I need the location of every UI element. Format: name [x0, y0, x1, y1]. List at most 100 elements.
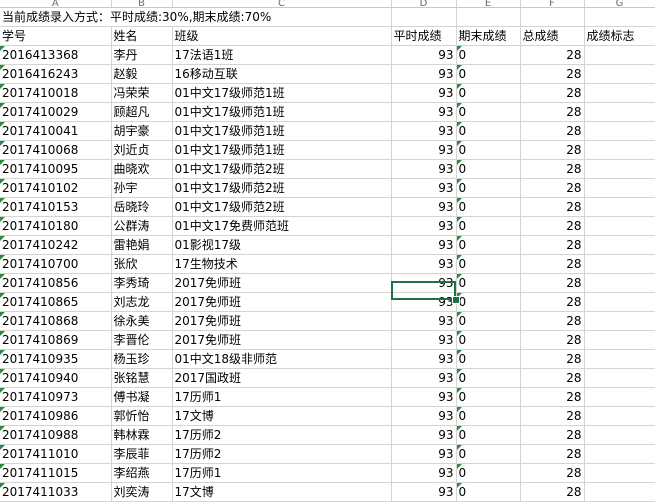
- cell-student-id[interactable]: 2017410180: [0, 216, 112, 236]
- cell-final-score[interactable]: 0: [456, 235, 521, 255]
- cell-score-flag[interactable]: [584, 235, 655, 255]
- cell-name[interactable]: 刘奕涛: [111, 482, 173, 502]
- header-score-flag[interactable]: 成绩标志: [584, 26, 655, 46]
- cell-class[interactable]: 2017免师班: [172, 273, 392, 293]
- cell-student-id[interactable]: 2017410041: [0, 121, 112, 141]
- cell-final-score[interactable]: 0: [456, 140, 521, 160]
- cell-total-score[interactable]: 28: [520, 349, 585, 369]
- cell-final-score[interactable]: 0: [456, 425, 521, 445]
- cell-student-id[interactable]: 2017411015: [0, 463, 112, 483]
- cell-final-score[interactable]: 0: [456, 349, 521, 369]
- cell-student-id[interactable]: 2017410856: [0, 273, 112, 293]
- score-method-note-cell[interactable]: 当前成绩录入方式：平时成绩:30%,期末成绩:70%: [0, 7, 392, 27]
- column-header-d[interactable]: D: [391, 0, 457, 8]
- cell-student-id[interactable]: 2017410986: [0, 406, 112, 426]
- cell-score-flag[interactable]: [584, 406, 655, 426]
- cell-class[interactable]: 2017免师班: [172, 311, 392, 331]
- cell-final-score[interactable]: 0: [456, 64, 521, 84]
- cell-student-id[interactable]: 2017411033: [0, 482, 112, 502]
- cell-student-id[interactable]: 2017410029: [0, 102, 112, 122]
- cell-name[interactable]: 刘志龙: [111, 292, 173, 312]
- cell-usual-score[interactable]: 93: [391, 121, 457, 141]
- cell-usual-score[interactable]: 93: [391, 444, 457, 464]
- cell-class[interactable]: 17历师1: [172, 387, 392, 407]
- cell-name[interactable]: 赵毅: [111, 64, 173, 84]
- cell-student-id[interactable]: 2017410068: [0, 140, 112, 160]
- cell-name[interactable]: 李秀琦: [111, 273, 173, 293]
- cell-total-score[interactable]: 28: [520, 444, 585, 464]
- cell-final-score[interactable]: 0: [456, 216, 521, 236]
- cell-name[interactable]: 孙宇: [111, 178, 173, 198]
- cell-student-id[interactable]: 2016416243: [0, 64, 112, 84]
- cell-score-flag[interactable]: [584, 159, 655, 179]
- cell-usual-score[interactable]: 93: [391, 349, 457, 369]
- cell-total-score[interactable]: 28: [520, 159, 585, 179]
- cell-total-score[interactable]: 28: [520, 368, 585, 388]
- cell-student-id[interactable]: 2017410153: [0, 197, 112, 217]
- cell-class[interactable]: 01中文17级师范1班: [172, 121, 392, 141]
- cell-name[interactable]: 李绍燕: [111, 463, 173, 483]
- cell-class[interactable]: 2017国政班: [172, 368, 392, 388]
- cell-final-score[interactable]: 0: [456, 311, 521, 331]
- cell-total-score[interactable]: 28: [520, 102, 585, 122]
- cell-final-score[interactable]: 0: [456, 273, 521, 293]
- column-header-b[interactable]: B: [111, 0, 173, 8]
- cell-total-score[interactable]: 28: [520, 216, 585, 236]
- cell-total-score[interactable]: 28: [520, 387, 585, 407]
- cell-name[interactable]: 张欣: [111, 254, 173, 274]
- cell-name[interactable]: 公群涛: [111, 216, 173, 236]
- cell-name[interactable]: 杨玉珍: [111, 349, 173, 369]
- cell-score-flag[interactable]: [584, 197, 655, 217]
- cell-total-score[interactable]: 28: [520, 254, 585, 274]
- cell-name[interactable]: 傅书凝: [111, 387, 173, 407]
- cell-class[interactable]: 01中文17级师范2班: [172, 159, 392, 179]
- cell-final-score[interactable]: 0: [456, 254, 521, 274]
- cell-student-id[interactable]: 2017410700: [0, 254, 112, 274]
- cell-usual-score[interactable]: 93: [391, 197, 457, 217]
- cell-e2[interactable]: [456, 7, 521, 27]
- cell-score-flag[interactable]: [584, 178, 655, 198]
- cell-class[interactable]: 16移动互联: [172, 64, 392, 84]
- cell-class[interactable]: 01中文17级师范1班: [172, 83, 392, 103]
- cell-usual-score[interactable]: 93: [391, 387, 457, 407]
- cell-final-score[interactable]: 0: [456, 102, 521, 122]
- cell-total-score[interactable]: 28: [520, 121, 585, 141]
- cell-score-flag[interactable]: [584, 368, 655, 388]
- cell-total-score[interactable]: 28: [520, 292, 585, 312]
- cell-name[interactable]: 刘近贞: [111, 140, 173, 160]
- cell-student-id[interactable]: 2017410935: [0, 349, 112, 369]
- cell-usual-score[interactable]: 93: [391, 311, 457, 331]
- cell-final-score[interactable]: 0: [456, 368, 521, 388]
- cell-usual-score[interactable]: 93: [391, 178, 457, 198]
- cell-final-score[interactable]: 0: [456, 463, 521, 483]
- column-header-g[interactable]: G: [584, 0, 655, 8]
- cell-score-flag[interactable]: [584, 45, 655, 65]
- cell-d2[interactable]: [391, 7, 457, 27]
- cell-final-score[interactable]: 0: [456, 292, 521, 312]
- cell-student-id[interactable]: 2017410868: [0, 311, 112, 331]
- cell-score-flag[interactable]: [584, 482, 655, 502]
- cell-name[interactable]: 李晋伦: [111, 330, 173, 350]
- cell-usual-score[interactable]: 93: [391, 102, 457, 122]
- cell-usual-score[interactable]: 93: [391, 216, 457, 236]
- cell-usual-score[interactable]: 93: [391, 330, 457, 350]
- cell-score-flag[interactable]: [584, 102, 655, 122]
- cell-score-flag[interactable]: [584, 425, 655, 445]
- cell-class[interactable]: 17历师2: [172, 425, 392, 445]
- cell-class[interactable]: 01中文17级师范2班: [172, 197, 392, 217]
- cell-final-score[interactable]: 0: [456, 121, 521, 141]
- cell-student-id[interactable]: 2017410102: [0, 178, 112, 198]
- cell-final-score[interactable]: 0: [456, 45, 521, 65]
- cell-name[interactable]: 胡宇豪: [111, 121, 173, 141]
- header-usual-score[interactable]: 平时成绩: [391, 26, 457, 46]
- cell-class[interactable]: 17文博: [172, 406, 392, 426]
- cell-class[interactable]: 17法语1班: [172, 45, 392, 65]
- cell-final-score[interactable]: 0: [456, 159, 521, 179]
- cell-total-score[interactable]: 28: [520, 463, 585, 483]
- cell-total-score[interactable]: 28: [520, 197, 585, 217]
- column-header-f[interactable]: F: [520, 0, 585, 8]
- cell-final-score[interactable]: 0: [456, 197, 521, 217]
- cell-usual-score[interactable]: 93: [391, 292, 457, 312]
- column-header-c[interactable]: C: [172, 0, 392, 8]
- cell-student-id[interactable]: 2017410973: [0, 387, 112, 407]
